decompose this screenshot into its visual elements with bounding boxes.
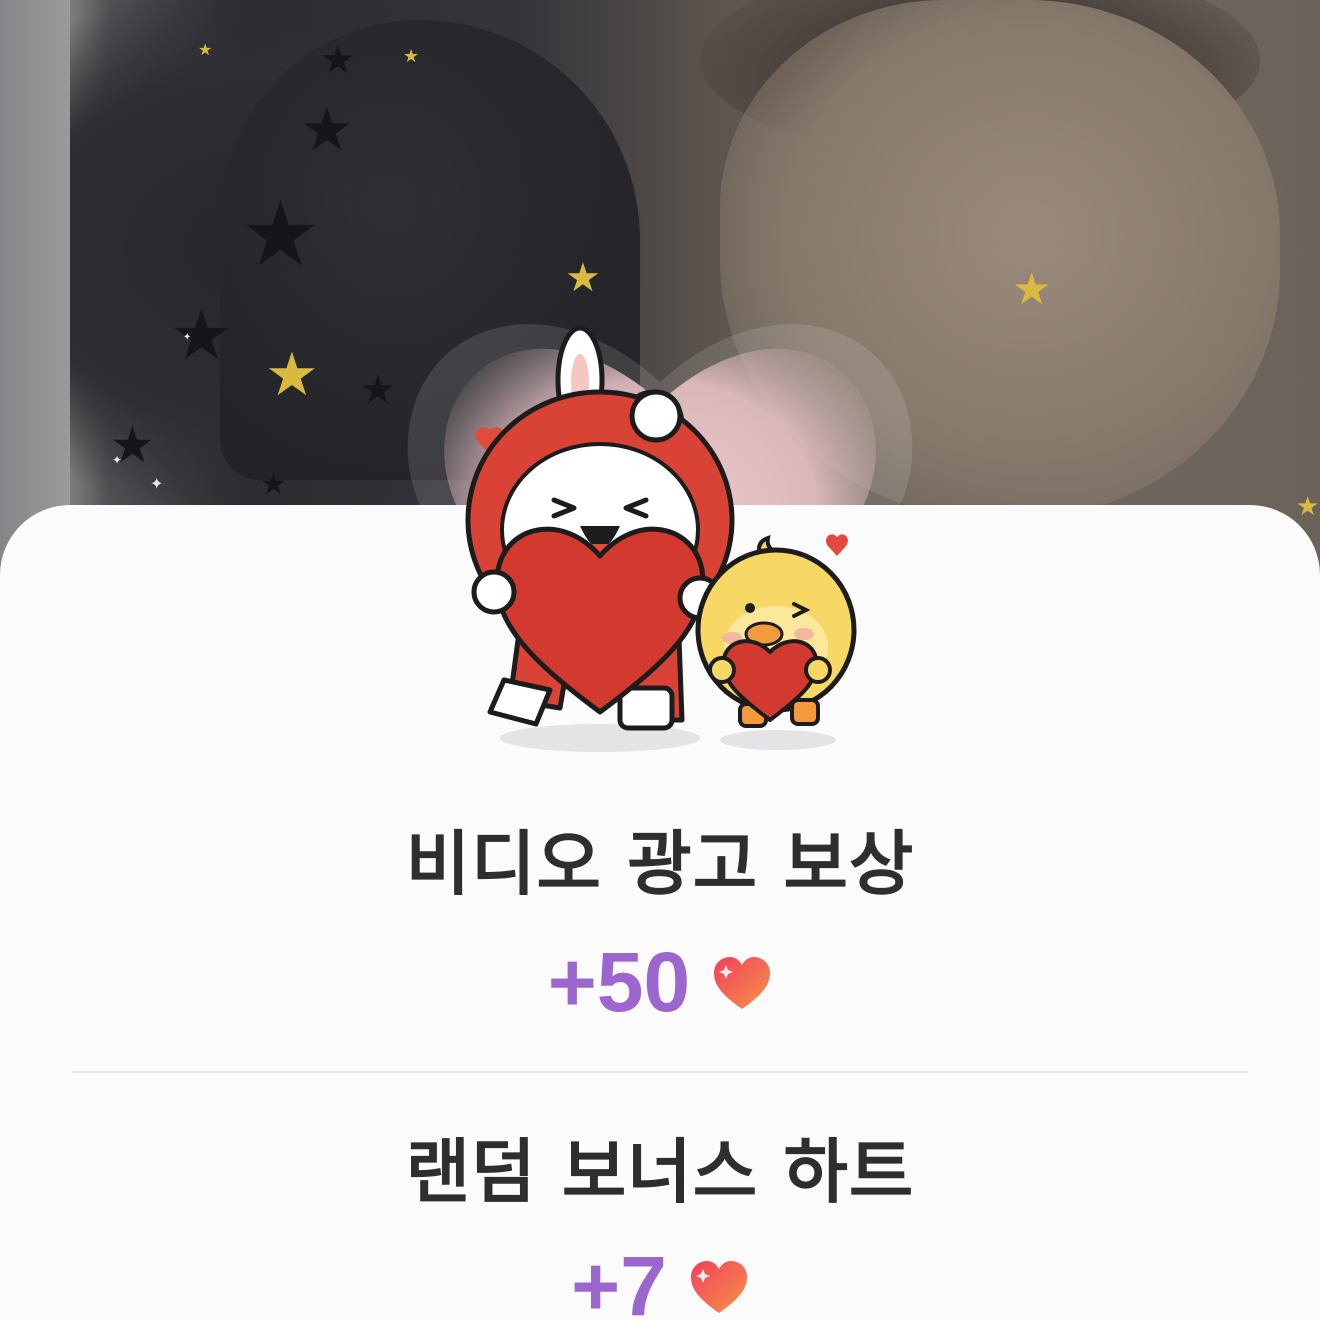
reward-screen: ★ ★ ★ ★ ★ ★ ★ ★ ★ ★ ★ ★ ★ ✦ ✦ ✦ 비디오 광고 보… [0,0,1320,1320]
heart-icon [690,1260,747,1313]
star-decoration: ✦ [183,332,192,343]
star-decoration: ★ [320,37,356,83]
star-decoration: ★ [1296,492,1320,522]
star-decoration: ★ [170,294,233,376]
video-ad-reward-title: 비디오 광고 보상 [405,823,915,905]
video-ad-reward-amount-row: +50 [0,934,1320,1031]
random-bonus-heart-amount-row: +7 [0,1238,1320,1320]
heart-icon [714,956,771,1009]
star-decoration: ★ [198,40,213,59]
video-ad-reward-amount: +50 [547,935,691,1029]
star-decoration: ★ [240,182,321,287]
star-decoration: ★ [265,340,319,410]
star-decoration: ★ [1012,264,1052,315]
random-bonus-heart-title: 랜덤 보너스 하트 [405,1131,915,1213]
reward-divider [72,1071,1248,1073]
star-decoration: ✦ [150,474,164,493]
star-decoration: ★ [403,46,420,67]
random-bonus-heart-amount: +7 [571,1239,667,1320]
star-decoration: ★ [260,467,287,502]
star-decoration: ✦ [112,453,123,467]
star-decoration: ★ [300,95,354,165]
rabbit-chick-illustration [465,325,857,752]
